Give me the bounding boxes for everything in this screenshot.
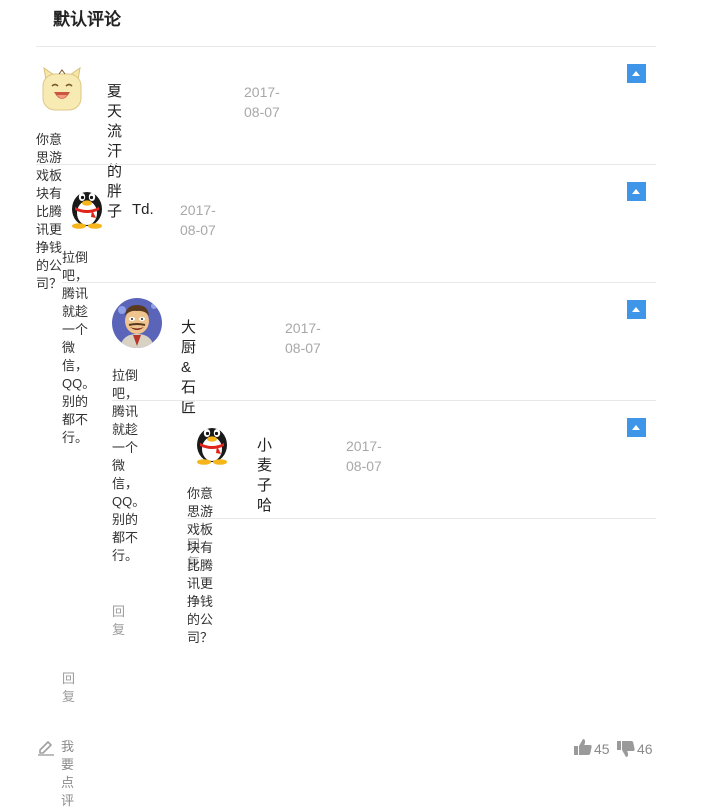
divider	[187, 518, 656, 519]
thumbs-up-icon	[573, 738, 593, 761]
comment-date: 2017-08-07	[285, 320, 321, 356]
comment-date: 2017-08-07	[346, 438, 382, 474]
qq-penguin-avatar-icon[interactable]	[191, 419, 233, 465]
comment-date: 2017-08-07	[180, 202, 216, 238]
comment-content: 拉倒吧，腾讯就趁一个微信，QQ。别的都不行。	[112, 368, 146, 563]
divider	[112, 400, 656, 401]
comment-date: 2017-08-07	[244, 84, 280, 120]
qq-penguin-avatar-icon[interactable]	[66, 183, 108, 229]
comment-username[interactable]: Td.	[132, 200, 154, 220]
write-comment-label[interactable]: 我要点评	[61, 738, 74, 810]
reply-link[interactable]: 回复	[62, 670, 75, 706]
divider	[36, 164, 656, 165]
comment-content: 你意思游戏板块有比腾讯更挣钱的公司？	[36, 132, 63, 291]
comment-username[interactable]: 小麦子哈	[257, 436, 272, 516]
reply-link[interactable]: 回复	[112, 603, 125, 639]
cartoon-man-avatar-icon[interactable]	[112, 298, 162, 348]
divider	[62, 282, 656, 283]
section-title: 默认评论	[53, 10, 121, 29]
like-button[interactable]	[573, 738, 593, 756]
upvote-button[interactable]	[627, 300, 646, 319]
comment-username[interactable]: 夏天流汗的胖子	[107, 82, 122, 222]
write-comment-button[interactable]	[37, 738, 55, 756]
cat-avatar-icon[interactable]	[40, 66, 84, 112]
pencil-icon	[37, 738, 55, 761]
like-count: 45	[594, 741, 610, 757]
divider	[36, 46, 656, 47]
upvote-button[interactable]	[627, 182, 646, 201]
dislike-count: 46	[637, 741, 653, 757]
upvote-button[interactable]	[627, 64, 646, 83]
comment-content: 你意思游戏板块有比腾讯更挣钱的公司？	[187, 486, 214, 645]
upvote-button[interactable]	[627, 418, 646, 437]
dislike-button[interactable]	[616, 740, 636, 758]
thumbs-down-icon	[616, 740, 636, 763]
comment-content: 拉倒吧，腾讯就趁一个微信，QQ。别的都不行。	[62, 250, 96, 445]
comment-username[interactable]: 大厨&石匠	[181, 318, 196, 418]
